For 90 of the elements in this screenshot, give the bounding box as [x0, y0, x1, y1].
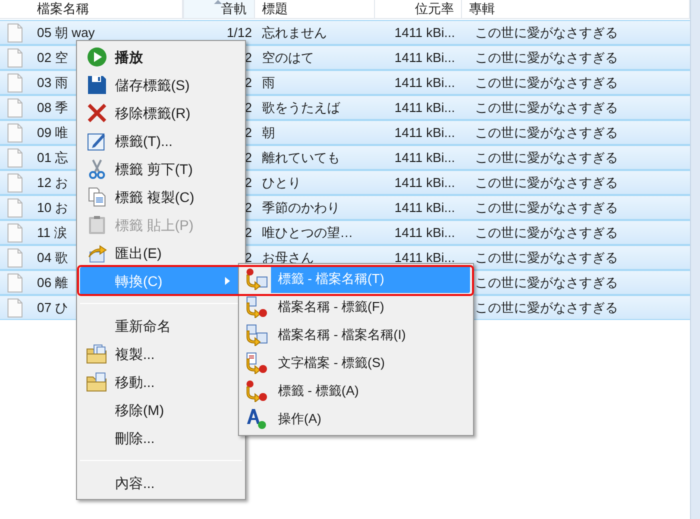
menu-item[interactable]: 移動...	[80, 368, 242, 396]
edit-icon	[86, 131, 106, 151]
table-cell-text: ひとり	[262, 174, 301, 192]
clipboard-icon	[86, 215, 106, 235]
table-cell-text: 09 唯	[37, 124, 68, 142]
column-header[interactable]: 位元率	[375, 0, 462, 18]
table-cell-text: 11 涙	[37, 224, 68, 242]
table-cell-text: 1411 kBi...	[394, 174, 455, 192]
convert-arrow-icon	[246, 352, 268, 374]
folder-icon	[86, 372, 108, 392]
table-cell-text: 1411 kBi...	[394, 74, 455, 92]
table-cell-text: 10 お	[37, 198, 68, 217]
export-arrow-icon	[86, 243, 106, 263]
menu-item[interactable]: 標籤 - 標籤(A)	[242, 377, 470, 405]
table-cell-text: 08 季	[37, 98, 68, 117]
convert-arrow-icon	[246, 296, 268, 318]
table-cell-text: 1411 kBi...	[394, 248, 455, 267]
document-icon	[7, 272, 23, 292]
menu-item[interactable]: 複製...	[80, 340, 242, 368]
table-cell-text: 04 歌	[37, 248, 68, 267]
document-icon	[7, 98, 23, 118]
document-icon	[7, 22, 23, 42]
table-cell-text: 1/12	[226, 24, 252, 42]
save-icon	[86, 75, 106, 95]
table-cell-text: この世に愛がなさすぎる	[475, 198, 618, 217]
scissors-icon	[86, 159, 106, 179]
remove-icon	[86, 103, 106, 123]
table-cell-text: 05 朝 way	[37, 24, 95, 42]
menu-item[interactable]: 文字檔案 - 標籤(S)	[242, 349, 470, 377]
table-cell-text: 1411 kBi...	[394, 98, 455, 117]
table-cell-text: 季節のかわり	[262, 198, 340, 217]
table-cell-text: 01 忘	[37, 148, 68, 167]
font-icon	[246, 408, 268, 430]
table-cell-text: この世に愛がなさすぎる	[475, 48, 618, 67]
table-cell-text: 02 空	[37, 48, 68, 67]
menu-item[interactable]: 刪除...	[80, 424, 242, 452]
table-cell-text: 離れていても	[262, 148, 340, 167]
play-icon	[86, 47, 106, 67]
column-header[interactable]: 標題	[255, 0, 375, 18]
table-cell-text: この世に愛がなさすぎる	[475, 98, 618, 117]
document-icon	[7, 248, 23, 268]
column-header[interactable]: 音軌	[183, 0, 255, 18]
convert-arrow-icon	[246, 380, 268, 402]
table-cell-text: この世に愛がなさすぎる	[475, 298, 618, 317]
document-icon	[7, 298, 23, 318]
convert-arrow-icon	[246, 324, 268, 346]
table-cell-text: この世に愛がなさすぎる	[475, 174, 618, 192]
table-cell-text: 1411 kBi...	[394, 198, 455, 217]
table-cell-text: 忘れません	[262, 24, 327, 42]
sort-arrow-icon	[214, 0, 222, 4]
table-cell-text: この世に愛がなさすぎる	[475, 248, 618, 267]
table-cell-text: 07 ひ	[37, 298, 68, 317]
submenu-arrow-icon	[225, 277, 230, 285]
table-cell-text: 空のはて	[262, 48, 314, 67]
table-cell-text: 唯ひとつの望…	[262, 224, 353, 242]
table-row[interactable]: 05 朝 way 1/12 忘れません 1411 kBi... この世に愛がなさすぎる	[0, 20, 690, 45]
table-cell-text: 雨	[262, 74, 275, 92]
document-icon	[7, 122, 23, 142]
document-icon	[7, 222, 23, 242]
document-icon	[7, 198, 23, 218]
table-cell-text: この世に愛がなさすぎる	[475, 148, 618, 167]
table-cell-text: 12 お	[37, 174, 68, 192]
menu-item[interactable]: 播放	[80, 43, 242, 71]
table-cell-text: 1411 kBi...	[394, 48, 455, 67]
convert-arrow-icon	[246, 268, 268, 290]
document-icon	[7, 148, 23, 168]
menu-item[interactable]: 檔案名稱 - 檔案名稱(I)	[242, 321, 470, 349]
menu-item[interactable]: 檔案名稱 - 標籤(F)	[242, 293, 470, 321]
table-cell-text: 1411 kBi...	[394, 24, 455, 42]
table-cell-text: この世に愛がなさすぎる	[475, 224, 618, 242]
table-cell-text: この世に愛がなさすぎる	[475, 74, 618, 92]
table-cell-text: 1411 kBi...	[394, 124, 455, 142]
document-icon	[7, 48, 23, 68]
table-cell-text: この世に愛がなさすぎる	[475, 124, 618, 142]
menu-item[interactable]: 重新命名	[80, 312, 242, 340]
menu-item[interactable]: 內容...	[80, 469, 242, 497]
folder-icon	[86, 344, 108, 364]
table-cell-text: 03 雨	[37, 74, 68, 92]
table-cell-text: 1411 kBi...	[394, 148, 455, 167]
table-cell-text: この世に愛がなさすぎる	[475, 24, 618, 42]
menu-item[interactable]: 移除(M)	[80, 396, 242, 424]
table-cell-text: 1411 kBi...	[394, 224, 455, 242]
table-cell-text: 06 離	[37, 274, 68, 292]
menu-item[interactable]: 操作(A)	[242, 405, 470, 433]
copy-icon	[86, 187, 106, 207]
table-cell-text: 歌をうたえば	[262, 98, 340, 117]
table-cell-text: 朝	[262, 124, 275, 142]
document-icon	[7, 72, 23, 92]
table-cell-text: この世に愛がなさすぎる	[475, 274, 618, 292]
document-icon	[7, 172, 23, 192]
